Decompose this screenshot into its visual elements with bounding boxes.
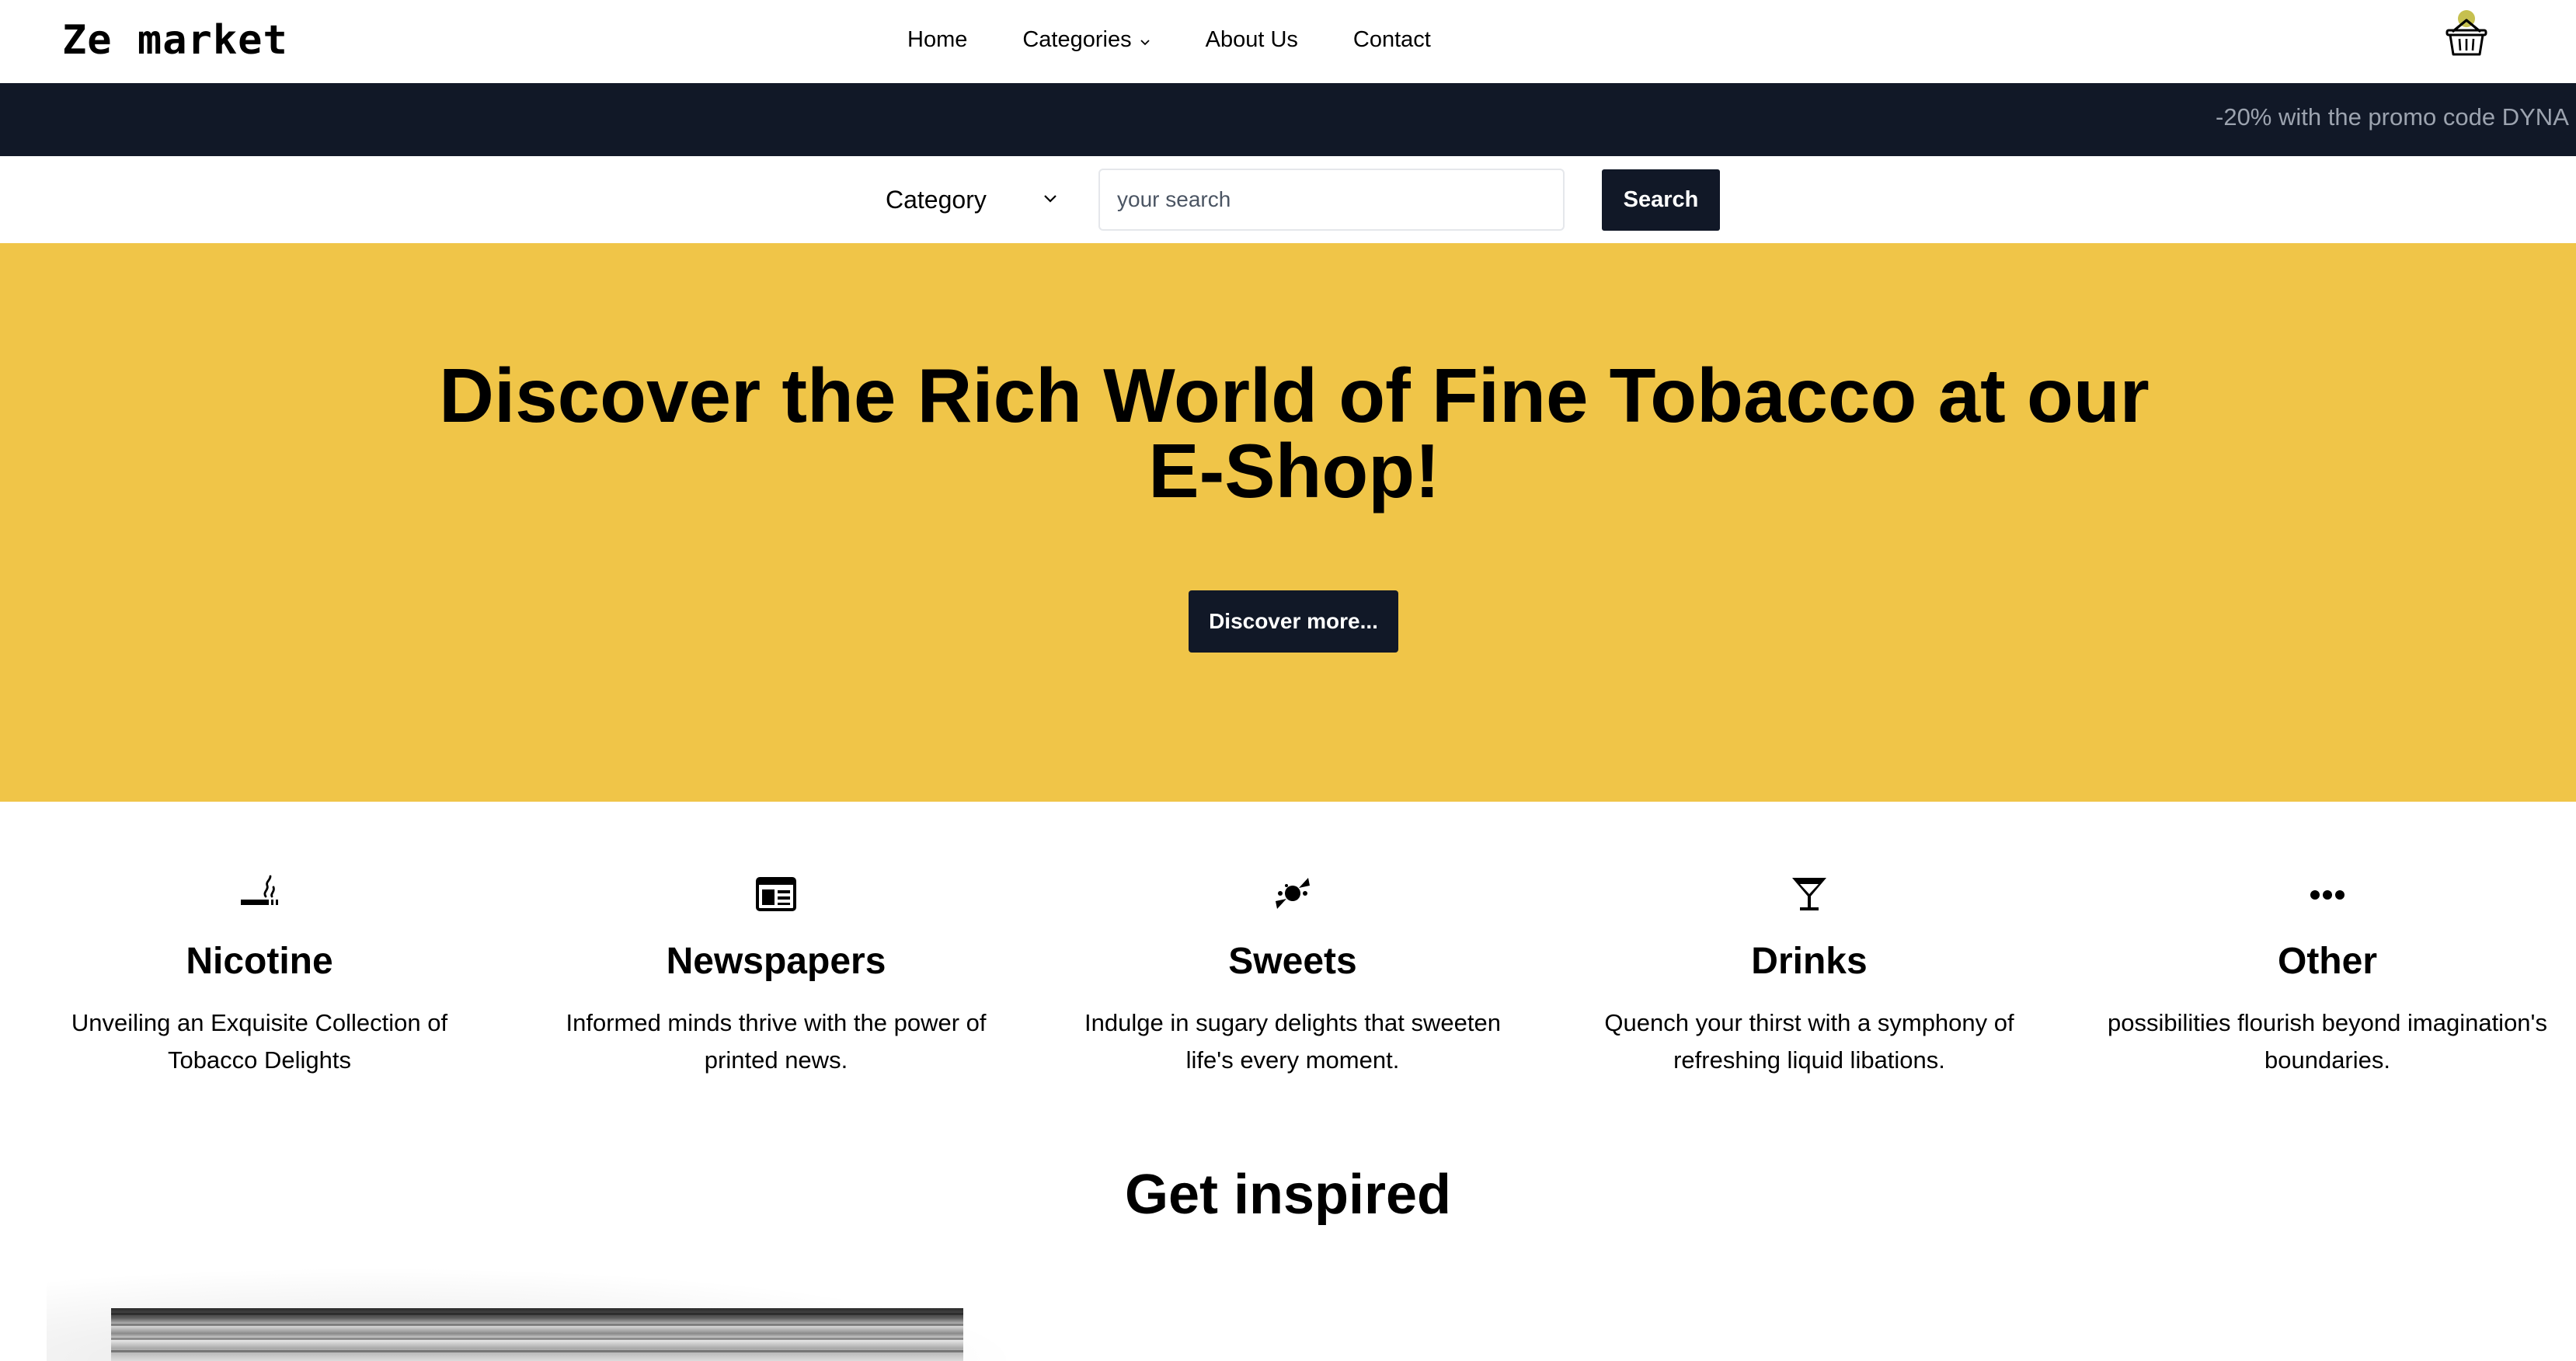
- cocktail-icon: [1792, 878, 1826, 910]
- nav-link-home-label: Home: [907, 27, 968, 52]
- promo-text: -20% with the promo code DYNA: [2216, 103, 2569, 131]
- chevron-down-icon: [1140, 39, 1150, 45]
- nav-link-contact[interactable]: Contact: [1353, 27, 1431, 53]
- category-description: Indulge in sugary delights that sweeten …: [1084, 1009, 1501, 1074]
- category-card-newspapers[interactable]: Newspapers Informed minds thrive with th…: [543, 870, 1009, 1079]
- discover-more-button[interactable]: Discover more...: [1189, 590, 1398, 653]
- cart-button[interactable]: [2444, 8, 2489, 59]
- category-description: Informed minds thrive with the power of …: [566, 1009, 987, 1074]
- category-title: Nicotine: [186, 941, 333, 982]
- category-select-label: Category: [886, 185, 987, 214]
- hero-section: Discover the Rich World of Fine Tobacco …: [0, 243, 2576, 802]
- hero-title: Discover the Rich World of Fine Tobacco …: [439, 353, 2150, 513]
- category-title: Newspapers: [666, 941, 886, 982]
- section-title-inspired: Get inspired: [1124, 1164, 1452, 1226]
- category-description: possibilities flourish beyond imaginatio…: [2108, 1009, 2547, 1074]
- chevron-down-icon: [1044, 195, 1057, 203]
- search-bar: Category Search: [0, 156, 2576, 243]
- category-title: Drinks: [1751, 941, 1868, 982]
- inspiration-image-newspapers[interactable]: [111, 1308, 963, 1361]
- main-nav: Home Categories About Us Contact: [907, 0, 1431, 80]
- basket-icon: [2445, 10, 2487, 56]
- category-title: Sweets: [1228, 941, 1357, 982]
- category-select[interactable]: Category: [873, 172, 1067, 228]
- search-input[interactable]: [1098, 169, 1565, 231]
- top-navbar: Ze market Home Categories About Us Conta…: [0, 0, 2576, 83]
- search-button[interactable]: Search: [1602, 169, 1720, 231]
- nav-link-about-label: About Us: [1205, 27, 1298, 52]
- category-title: Other: [2277, 941, 2377, 982]
- candy-icon: [1276, 878, 1310, 909]
- smoking-icon: [241, 875, 278, 905]
- image-detail: [111, 1313, 963, 1315]
- category-card-sweets[interactable]: Sweets Indulge in sugary delights that s…: [1060, 870, 1526, 1079]
- ellipsis-icon: [2310, 890, 2345, 900]
- nav-link-categories[interactable]: Categories: [1022, 27, 1150, 53]
- category-description: Unveiling an Exquisite Collection of Tob…: [71, 1009, 448, 1074]
- newspaper-icon: [756, 877, 796, 911]
- nav-link-home[interactable]: Home: [907, 27, 967, 53]
- category-card-drinks[interactable]: Drinks Quench your thirst with a symphon…: [1576, 870, 2042, 1079]
- image-detail: [111, 1350, 963, 1352]
- nav-link-about[interactable]: About Us: [1206, 27, 1298, 53]
- site-logo[interactable]: Ze market: [62, 17, 288, 64]
- image-detail: [111, 1338, 963, 1340]
- category-card-other[interactable]: Other possibilities flourish beyond imag…: [2094, 870, 2560, 1079]
- image-detail: [111, 1324, 963, 1326]
- category-description: Quench your thirst with a symphony of re…: [1604, 1009, 2014, 1074]
- nav-link-contact-label: Contact: [1352, 27, 1431, 52]
- category-card-nicotine[interactable]: Nicotine Unveiling an Exquisite Collecti…: [26, 870, 493, 1079]
- nav-link-categories-label: Categories: [1022, 27, 1132, 52]
- promo-banner: -20% with the promo code DYNA: [0, 83, 2576, 156]
